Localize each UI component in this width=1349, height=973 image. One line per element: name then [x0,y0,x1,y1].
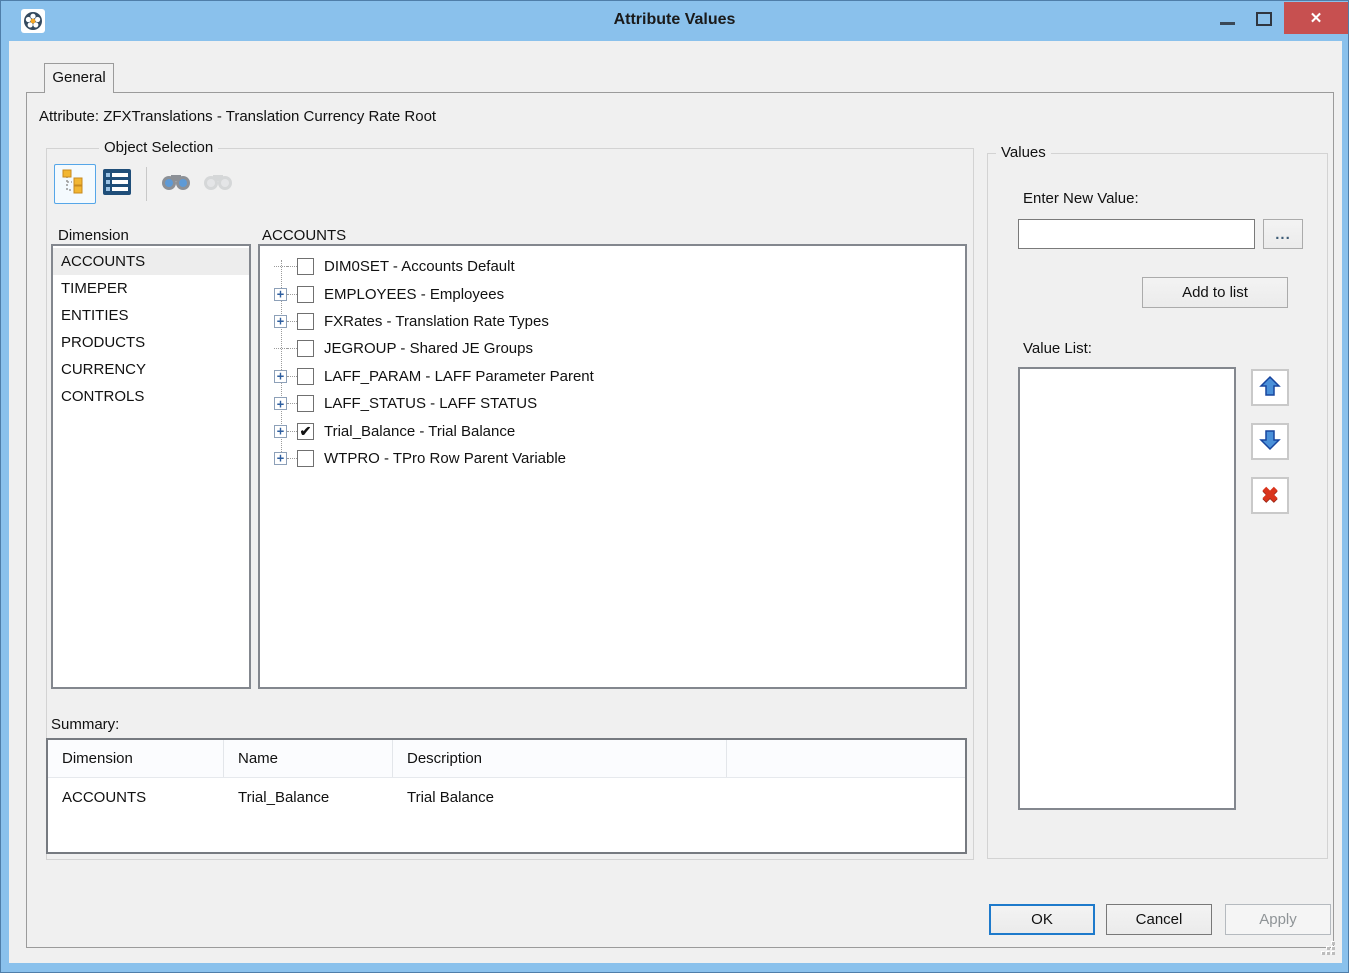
value-listbox[interactable] [1018,367,1236,810]
tree-item[interactable]: + ✔ JEGROUP - Shared JE Groups [274,335,965,362]
dimension-listbox[interactable]: ACCOUNTS TIMEPER ENTITIES PRODUCTS CURRE… [51,244,251,689]
summary-col-dimension[interactable]: Dimension [48,740,224,777]
tree-item-checkbox[interactable]: ✔ [297,340,314,357]
minimize-button[interactable] [1220,22,1235,25]
find-secondary-button[interactable] [197,164,239,204]
expander-icon[interactable]: + [274,288,287,301]
apply-button[interactable]: Apply [1225,904,1331,935]
summary-table: Dimension Name Description ACCOUNTS Tria… [46,738,967,854]
list-view-icon [102,167,132,201]
tree-item-label: LAFF_STATUS - LAFF STATUS [324,395,537,412]
dimension-item[interactable]: ACCOUNTS [53,248,249,275]
tree-item[interactable]: + ✔ EMPLOYEES - Employees [274,280,965,307]
checkmark-icon: ✔ [300,424,312,438]
enter-new-value-label: Enter New Value: [1023,190,1139,207]
tree-item-label: Trial_Balance - Trial Balance [324,423,515,440]
attribute-values-dialog: Attribute Values ✕ General Attribute: ZF… [0,0,1349,973]
cancel-button[interactable]: Cancel [1106,904,1212,935]
dimension-label: Dimension [58,227,129,244]
expander-icon[interactable]: + [274,425,287,438]
tree-item-label: DIM0SET - Accounts Default [324,258,515,275]
tree-item-label: FXRates - Translation Rate Types [324,313,549,330]
close-icon: ✕ [1310,9,1323,27]
expander-icon[interactable]: + [274,397,287,410]
close-button[interactable]: ✕ [1284,2,1348,34]
summary-cell-name: Trial_Balance [224,778,393,818]
maximize-button[interactable] [1256,12,1272,26]
tree-item-checkbox[interactable]: ✔ [297,450,314,467]
tab-general[interactable]: General [44,63,114,93]
browse-button[interactable]: ... [1263,219,1303,249]
summary-cell-description: Trial Balance [393,778,727,818]
dimension-item[interactable]: CONTROLS [53,383,249,410]
add-to-list-button[interactable]: Add to list [1142,277,1288,308]
resize-grip[interactable] [1323,943,1335,955]
tree-item-label: JEGROUP - Shared JE Groups [324,340,533,357]
binoculars-icon [160,169,192,199]
tree-item[interactable]: + ✔ WTPRO - TPro Row Parent Variable [274,445,965,472]
tree-item-checkbox[interactable]: ✔ [297,423,314,440]
delete-x-icon: ✖ [1261,485,1279,506]
tree-item-checkbox[interactable]: ✔ [297,313,314,330]
summary-col-description[interactable]: Description [393,740,727,777]
values-legend: Values [996,144,1051,161]
expander-icon[interactable]: + [274,370,287,383]
attribute-label: Attribute: ZFXTranslations - Translation… [39,108,436,125]
expander-icon[interactable]: + [274,260,287,273]
new-value-input[interactable] [1018,219,1255,249]
up-arrow-icon [1258,374,1282,402]
expander-icon[interactable]: + [274,342,287,355]
tree-item-checkbox[interactable]: ✔ [297,258,314,275]
tree-item-label: WTPRO - TPro Row Parent Variable [324,450,566,467]
tree-item[interactable]: + ✔ FXRates - Translation Rate Types [274,308,965,335]
object-selection-legend: Object Selection [99,139,218,156]
summary-header-row: Dimension Name Description [48,740,965,778]
dimension-item[interactable]: TIMEPER [53,275,249,302]
find-button[interactable] [155,164,197,204]
summary-col-extra [727,740,965,777]
move-down-button[interactable] [1251,423,1289,460]
window-title: Attribute Values [1,1,1348,41]
summary-cell-dimension: ACCOUNTS [48,778,224,818]
summary-col-name[interactable]: Name [224,740,393,777]
tree-item[interactable]: + ✔ Trial_Balance - Trial Balance [274,417,965,444]
toolbar-separator [146,167,147,201]
summary-label: Summary: [51,716,119,733]
tree-view-icon [60,167,90,201]
remove-value-button[interactable]: ✖ [1251,477,1289,514]
tree-item-checkbox[interactable]: ✔ [297,395,314,412]
object-selection-toolbar [54,163,239,205]
move-up-button[interactable] [1251,369,1289,406]
accounts-treeview[interactable]: + ✔ DIM0SET - Accounts Default + ✔ EMPLO… [258,244,967,689]
expander-icon[interactable]: + [274,315,287,328]
summary-cell-extra [727,778,965,818]
dimension-item[interactable]: PRODUCTS [53,329,249,356]
dimension-item[interactable]: ENTITIES [53,302,249,329]
list-view-button[interactable] [96,164,138,204]
down-arrow-icon [1258,428,1282,456]
tree-item[interactable]: + ✔ LAFF_STATUS - LAFF STATUS [274,390,965,417]
tree-item[interactable]: + ✔ DIM0SET - Accounts Default [274,253,965,280]
expander-icon[interactable]: + [274,452,287,465]
tree-item[interactable]: + ✔ LAFF_PARAM - LAFF Parameter Parent [274,363,965,390]
binoculars-disabled-icon [202,169,234,199]
titlebar[interactable]: Attribute Values ✕ [1,1,1348,41]
tree-item-label: LAFF_PARAM - LAFF Parameter Parent [324,368,594,385]
dimension-item[interactable]: CURRENCY [53,356,249,383]
tree-header-label: ACCOUNTS [262,227,346,244]
tree-item-label: EMPLOYEES - Employees [324,286,504,303]
tree-item-checkbox[interactable]: ✔ [297,368,314,385]
tree-view-button[interactable] [54,164,96,204]
ok-button[interactable]: OK [989,904,1095,935]
table-row[interactable]: ACCOUNTS Trial_Balance Trial Balance [48,778,965,814]
tree-item-checkbox[interactable]: ✔ [297,286,314,303]
value-list-label: Value List: [1023,340,1092,357]
